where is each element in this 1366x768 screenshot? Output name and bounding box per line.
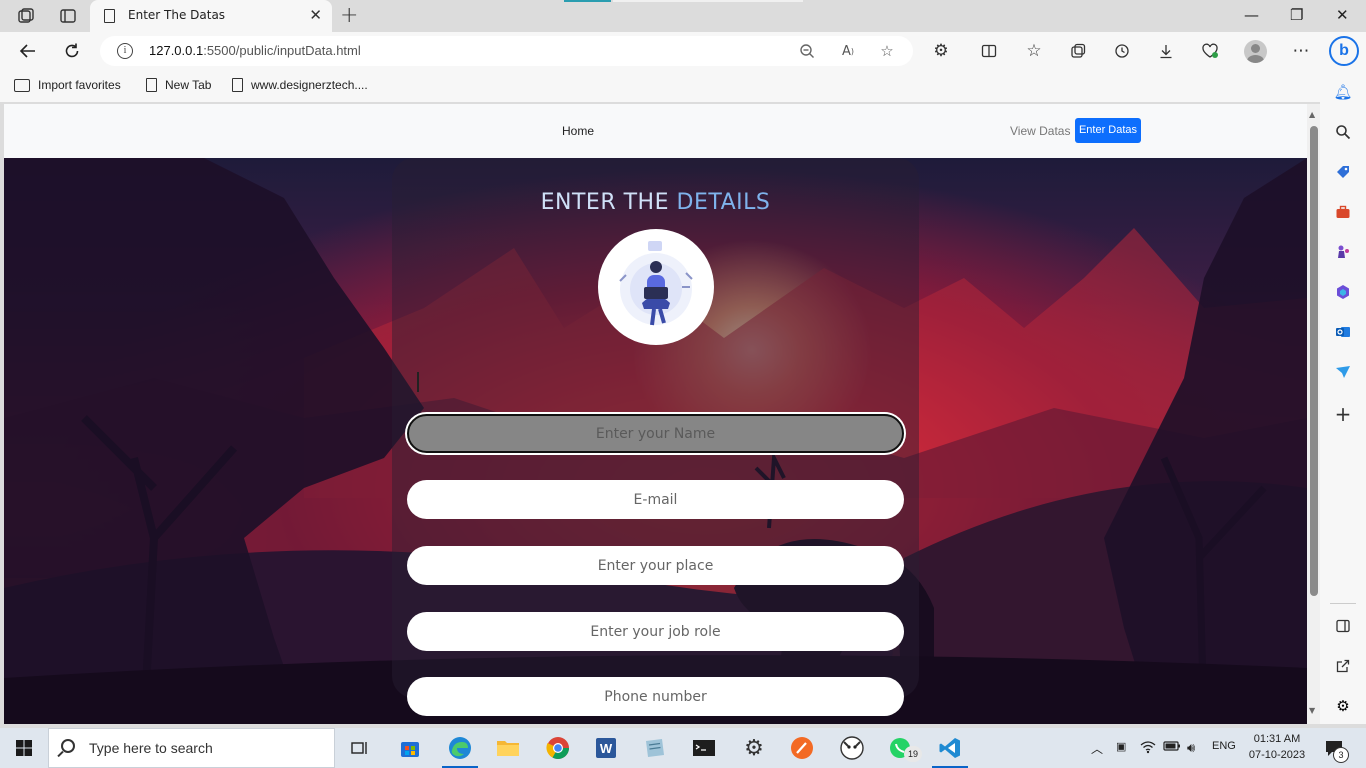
browser-tab-strip: Enter The Datas ✕ + — ❐ ✕ <box>0 0 1366 32</box>
sidebar-settings-gear-icon[interactable]: ⚙ <box>1333 696 1353 716</box>
edge-browser-icon[interactable] <box>448 736 472 760</box>
windows-taskbar: Type here to search W ⚙ 19 ︿ ▣ 🔊︎ ENG 01… <box>0 728 1366 768</box>
outlook-icon[interactable] <box>1333 322 1353 342</box>
favorites-bar: Import favorites New Tab www.designerzte… <box>0 70 1366 102</box>
dog-app-icon[interactable] <box>840 736 864 760</box>
import-icon <box>14 78 30 92</box>
notification-count-badge: 3 <box>1333 747 1349 763</box>
file-explorer-icon[interactable] <box>496 736 520 760</box>
workspaces-icon[interactable] <box>16 6 36 26</box>
browser-toolbar: i 127.0.0.1:5500/public/inputData.html A… <box>0 32 1366 70</box>
shopping-tag-icon[interactable] <box>1333 162 1353 182</box>
history-icon[interactable] <box>1112 41 1132 61</box>
edge-sidebar: 🔔︎ + ⚙ <box>1320 70 1366 724</box>
tab-indicator <box>564 0 611 2</box>
tools-briefcase-icon[interactable] <box>1333 202 1353 222</box>
favorite-star-icon[interactable]: ☆ <box>877 41 897 61</box>
tab-enter-the-datas[interactable]: Enter The Datas ✕ <box>90 0 332 32</box>
performance-icon[interactable] <box>1200 41 1220 61</box>
wifi-icon[interactable] <box>1140 740 1156 757</box>
favorites-icon[interactable]: ☆ <box>1024 41 1044 61</box>
hide-sidebar-icon[interactable] <box>1333 616 1353 636</box>
favorite-designerztech[interactable]: www.designerztech.... <box>232 78 368 92</box>
restore-icon[interactable]: ❐ <box>1290 6 1303 24</box>
page-icon <box>104 9 115 23</box>
nav-home-link[interactable]: Home <box>562 124 594 138</box>
refresh-icon[interactable] <box>62 41 82 61</box>
back-icon[interactable] <box>18 41 38 61</box>
microsoft-365-icon[interactable] <box>1333 282 1353 302</box>
text-cursor <box>417 372 419 392</box>
address-bar[interactable]: i 127.0.0.1:5500/public/inputData.html A… <box>100 36 913 66</box>
site-navbar: Home View Datas Enter Datas <box>4 104 1307 158</box>
vscode-icon[interactable] <box>938 736 962 760</box>
name-input[interactable] <box>407 414 904 453</box>
zoom-out-icon[interactable] <box>797 41 817 61</box>
show-hidden-icons-chevron-icon[interactable]: ︿ <box>1091 740 1103 757</box>
more-options-icon[interactable]: ⋯ <box>1291 41 1311 61</box>
new-tab-icon[interactable]: + <box>340 3 358 28</box>
open-external-icon[interactable] <box>1333 656 1353 676</box>
favorite-new-tab[interactable]: New Tab <box>146 78 211 92</box>
meet-now-icon[interactable]: ▣ <box>1116 740 1126 753</box>
bing-copilot-icon[interactable]: b <box>1329 36 1359 66</box>
close-window-icon[interactable]: ✕ <box>1336 6 1349 24</box>
notifications-bell-icon[interactable]: 🔔︎ <box>1333 82 1353 102</box>
page-icon <box>232 78 243 92</box>
collections-icon[interactable] <box>1068 41 1088 61</box>
job-role-input[interactable] <box>407 612 904 651</box>
profile-avatar[interactable] <box>1244 40 1267 63</box>
nav-enter-datas-button[interactable]: Enter Datas <box>1075 118 1141 143</box>
search-icon <box>61 739 75 753</box>
read-aloud-icon[interactable]: A) <box>838 41 858 61</box>
favorite-import[interactable]: Import favorites <box>14 78 121 92</box>
user-illustration-avatar <box>598 229 714 345</box>
windows-start-icon[interactable] <box>12 736 36 760</box>
battery-icon[interactable] <box>1163 740 1181 755</box>
email-input[interactable] <box>407 480 904 519</box>
games-chess-icon[interactable] <box>1333 242 1353 262</box>
site-info-icon[interactable]: i <box>117 43 133 59</box>
place-input[interactable] <box>407 546 904 585</box>
close-tab-icon[interactable]: ✕ <box>309 6 322 24</box>
drawing-app-icon[interactable] <box>790 736 814 760</box>
downloads-icon[interactable] <box>1156 41 1176 61</box>
microsoft-store-icon[interactable] <box>398 736 422 760</box>
extensions-icon[interactable]: ⚙ <box>931 41 951 61</box>
tab-title: Enter The Datas <box>128 8 226 22</box>
tab-actions-icon[interactable] <box>58 6 78 26</box>
task-view-icon[interactable] <box>348 736 372 760</box>
taskbar-search-box[interactable]: Type here to search <box>48 728 335 768</box>
phone-number-input[interactable] <box>407 677 904 716</box>
page-viewport: Home View Datas Enter Datas ENTER THE DE… <box>4 104 1307 724</box>
whatsapp-unread-badge: 19 <box>904 746 922 762</box>
scroll-up-arrow-icon[interactable]: ▲ <box>1309 110 1315 119</box>
settings-gear-icon[interactable]: ⚙ <box>742 736 766 761</box>
sidebar-divider <box>1330 603 1356 604</box>
language-indicator[interactable]: ENG <box>1212 740 1236 752</box>
notes-app-icon[interactable] <box>643 736 667 760</box>
page-scrollbar[interactable]: ▲ ▼ <box>1307 104 1320 724</box>
search-icon[interactable] <box>1333 122 1353 142</box>
terminal-icon[interactable] <box>692 736 716 760</box>
svg-text:W: W <box>600 741 613 756</box>
minimize-icon[interactable]: — <box>1244 6 1259 24</box>
volume-icon[interactable]: 🔊︎ <box>1187 740 1195 756</box>
page-icon <box>146 78 157 92</box>
scrollbar-thumb[interactable] <box>1310 126 1318 596</box>
scroll-down-arrow-icon[interactable]: ▼ <box>1309 706 1315 715</box>
split-screen-icon[interactable] <box>979 41 999 61</box>
chrome-icon[interactable] <box>546 736 570 760</box>
form-title: ENTER THE DETAILS <box>540 190 771 215</box>
nav-view-datas-link[interactable]: View Datas <box>1010 124 1070 138</box>
drop-send-icon[interactable] <box>1333 362 1353 382</box>
add-sidebar-app-icon[interactable]: + <box>1333 402 1353 426</box>
system-clock[interactable]: 01:31 AM 07-10-2023 <box>1244 731 1310 763</box>
tab-indicator-track <box>613 0 803 2</box>
microsoft-word-icon[interactable]: W <box>594 736 618 760</box>
url-text[interactable]: 127.0.0.1:5500/public/inputData.html <box>149 43 361 58</box>
